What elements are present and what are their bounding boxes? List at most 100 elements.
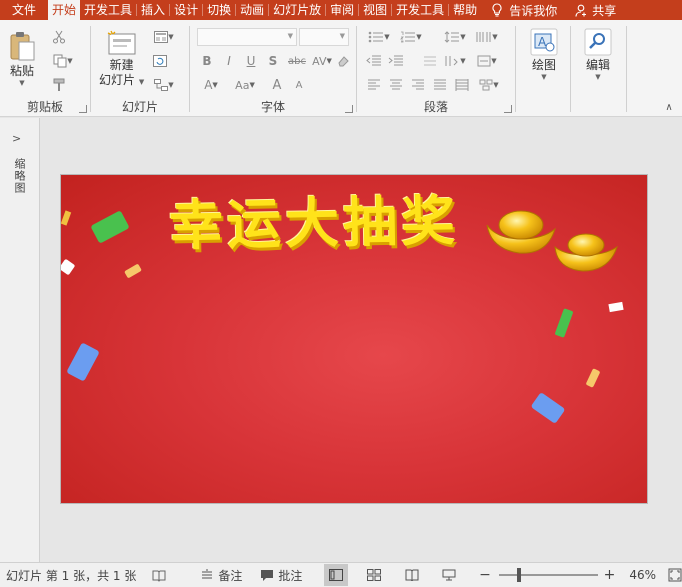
- editing-button[interactable]: 编辑 ▼: [578, 28, 618, 81]
- rtl-button[interactable]: [417, 52, 443, 70]
- italic-button[interactable]: I: [220, 52, 238, 70]
- collapse-ribbon-button[interactable]: ∧: [660, 98, 678, 116]
- change-case-button[interactable]: Aa ▼: [230, 76, 260, 94]
- align-left-button[interactable]: [365, 76, 383, 94]
- zoom-level[interactable]: 46%: [629, 568, 656, 582]
- tab-home[interactable]: 开始: [48, 0, 81, 20]
- zoom-slider-thumb[interactable]: [516, 568, 521, 582]
- paste-button[interactable]: 粘贴 ▼: [8, 30, 36, 87]
- tell-me-search[interactable]: 告诉我你: [491, 2, 557, 19]
- shadow-button[interactable]: S: [264, 52, 282, 70]
- align-text-button[interactable]: ▼: [473, 52, 501, 70]
- copy-button[interactable]: ▼: [50, 52, 76, 70]
- new-slide-button[interactable]: 新建 幻灯片 ▼: [99, 30, 144, 90]
- tab-view[interactable]: 视图: [359, 0, 391, 20]
- tab-transitions[interactable]: 切换: [203, 0, 235, 20]
- reset-button[interactable]: [151, 52, 169, 70]
- confetti-decoration: [124, 263, 142, 279]
- slide-sorter-button[interactable]: [362, 564, 386, 586]
- reading-view-button[interactable]: [400, 564, 424, 586]
- tab-insert[interactable]: 插入: [137, 0, 169, 20]
- confetti-decoration: [608, 301, 624, 313]
- decrease-indent-button[interactable]: [365, 52, 383, 70]
- tab-file[interactable]: 文件: [0, 0, 48, 20]
- confetti-decoration: [61, 258, 76, 276]
- book-open-icon: [405, 569, 419, 581]
- paragraph-group-label: 段落: [423, 100, 448, 114]
- font-size-combo[interactable]: ▼: [299, 28, 349, 46]
- chevron-down-icon: ▼: [326, 57, 332, 65]
- align-center-button[interactable]: [387, 76, 405, 94]
- format-painter-button[interactable]: [50, 76, 68, 94]
- chevron-down-icon: ▼: [168, 81, 174, 89]
- tab-developer-2[interactable]: 开发工具: [392, 0, 448, 20]
- slide-title[interactable]: 幸运大抽奖: [168, 176, 460, 260]
- increase-indent-button[interactable]: [387, 52, 405, 70]
- character-spacing-icon: AV: [312, 54, 327, 68]
- tab-design[interactable]: 设计: [170, 0, 202, 20]
- font-color-button[interactable]: A ▼: [198, 76, 224, 94]
- cut-button[interactable]: [50, 28, 68, 46]
- tab-developer[interactable]: 开发工具: [80, 0, 136, 20]
- text-direction-button[interactable]: ▼: [441, 52, 469, 70]
- tab-animations[interactable]: 动画: [236, 0, 268, 20]
- distributed-button[interactable]: [453, 76, 471, 94]
- align-right-icon: [412, 79, 424, 90]
- share-button[interactable]: 共享: [575, 2, 616, 19]
- tab-review[interactable]: 审阅: [326, 0, 358, 20]
- tab-slideshow[interactable]: 幻灯片放: [269, 0, 325, 20]
- chevron-down-icon: ▼: [339, 32, 345, 40]
- distributed-icon: [455, 79, 469, 91]
- bullets-button[interactable]: ▼: [365, 28, 393, 46]
- spelling-check-button[interactable]: [152, 569, 166, 582]
- font-dialog-launcher[interactable]: [345, 105, 353, 113]
- grow-font-icon: A: [272, 77, 282, 93]
- notes-label: 备注: [218, 568, 243, 583]
- zoom-out-button[interactable]: −: [479, 567, 491, 583]
- new-slide-label-text: 幻灯片: [99, 73, 136, 87]
- zoom-in-button[interactable]: +: [604, 567, 616, 583]
- layout-button[interactable]: ▼: [151, 28, 177, 46]
- confetti-decoration: [61, 210, 72, 226]
- clipboard-dialog-launcher[interactable]: [79, 105, 87, 113]
- numbering-button[interactable]: ▼: [397, 28, 425, 46]
- eraser-icon: [338, 56, 349, 67]
- strikethrough-button[interactable]: abc: [286, 52, 308, 70]
- line-spacing-button[interactable]: ▼: [441, 28, 469, 46]
- thumbnail-panel-label[interactable]: 缩略图: [11, 158, 27, 194]
- slideshow-view-button[interactable]: [437, 564, 461, 586]
- paragraph-dialog-launcher[interactable]: [504, 105, 512, 113]
- smartart-button[interactable]: ▼: [475, 76, 503, 94]
- slide-canvas[interactable]: 幸运大抽奖: [60, 174, 648, 504]
- fit-to-window-button[interactable]: [668, 568, 682, 582]
- chevron-down-icon: ▼: [416, 33, 422, 41]
- drawing-button[interactable]: A 绘图 ▼: [524, 28, 564, 81]
- fit-window-icon: [668, 568, 682, 582]
- align-right-button[interactable]: [409, 76, 427, 94]
- magnifier-icon: [584, 28, 612, 56]
- clear-format-button[interactable]: [334, 52, 352, 70]
- shapes-icon: A: [530, 28, 558, 56]
- chevron-down-icon: ▼: [492, 33, 498, 41]
- text-direction-icon: [424, 56, 436, 66]
- normal-view-button[interactable]: [324, 564, 349, 586]
- underline-button[interactable]: U: [242, 52, 260, 70]
- expand-thumbnails-button[interactable]: >: [12, 132, 21, 145]
- section-button[interactable]: ▼: [151, 76, 177, 94]
- powerpoint-window: 文件 开始 开发工具 插入 设计 切换 动画 幻灯片放 审阅 视图 开发工具 帮…: [0, 0, 682, 587]
- zoom-slider[interactable]: [498, 568, 598, 582]
- grow-font-button[interactable]: A: [266, 76, 288, 94]
- group-separator: [515, 26, 516, 112]
- bold-button[interactable]: B: [198, 52, 216, 70]
- character-spacing-button[interactable]: AV ▼: [310, 52, 334, 70]
- slide-counter[interactable]: 幻灯片 第 1 张，共 1 张: [6, 567, 136, 584]
- comments-button[interactable]: 批注: [260, 567, 302, 584]
- columns-button[interactable]: ▼: [473, 28, 501, 46]
- shrink-font-button[interactable]: A: [288, 76, 310, 94]
- tab-help[interactable]: 帮助: [449, 0, 481, 20]
- justify-button[interactable]: [431, 76, 449, 94]
- font-name-combo[interactable]: ▼: [197, 28, 297, 46]
- plus-icon: +: [603, 567, 616, 583]
- editing-label: 编辑: [585, 58, 610, 72]
- notes-button[interactable]: 备注: [200, 567, 242, 584]
